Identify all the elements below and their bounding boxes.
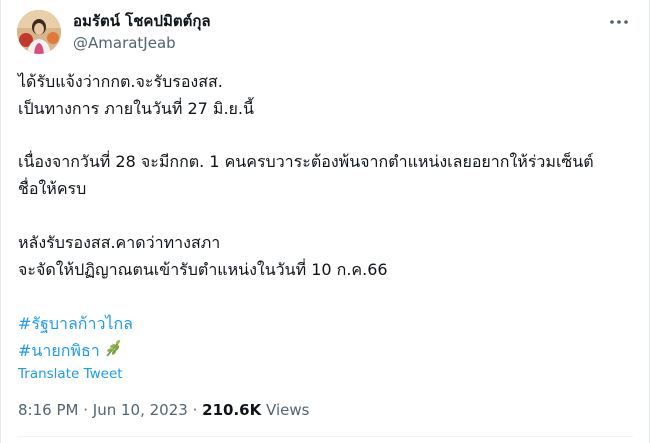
tweet-line-5: หลังรับรองสส.คาดว่าทางสภา	[18, 233, 221, 252]
views-count[interactable]: 210.6K	[202, 401, 261, 419]
hashtag-link-pm-pita[interactable]: #นายกพิธา	[18, 337, 100, 364]
tweet-line-2: เป็นทางการ ภายในวันที่ 27 มิ.ย.นี้	[18, 99, 254, 118]
avatar[interactable]	[17, 10, 61, 54]
author-names: อมรัตน์ โชคปมิตต์กุล @AmaratJeab	[73, 11, 211, 53]
seedling-emoji-icon	[104, 338, 124, 366]
divider	[17, 436, 633, 437]
more-horizontal-icon[interactable]	[607, 12, 631, 32]
tweet-text: ได้รับแจ้งว่ากกต.จะรับรองสส. เป็นทางการ …	[18, 68, 633, 366]
tweet-time[interactable]: 8:16 PM	[18, 401, 78, 419]
tweet-line-6: จะจัดให้ปฏิญาณตนเข้ารับตำแหน่งในวันที่ 1…	[18, 260, 388, 279]
meta-separator: ·	[83, 401, 89, 419]
tweet-line-1: ได้รับแจ้งว่ากกต.จะรับรองสส.	[18, 72, 223, 91]
hashtag-line-1: #รัฐบาลก้าวไกล	[18, 310, 633, 337]
author-display-name[interactable]: อมรัตน์ โชคปมิตต์กุล	[73, 11, 211, 31]
avatar-image	[17, 10, 61, 54]
author-handle[interactable]: @AmaratJeab	[73, 33, 211, 53]
tweet-card: อมรัตน์ โชคปมิตต์กุล @AmaratJeab ได้รับแ…	[0, 0, 650, 443]
translate-tweet-link[interactable]: Translate Tweet	[18, 364, 123, 384]
views-label: Views	[266, 401, 310, 419]
tweet-header: อมรัตน์ โชคปมิตต์กุล @AmaratJeab	[17, 10, 633, 58]
tweet-line-4: ชื่อให้ครบ	[18, 179, 87, 198]
tweet-line-3: เนื่องจากวันที่ 28 จะมีกกต. 1 คนครบวาระต…	[18, 152, 594, 171]
hashtag-line-2: #นายกพิธา	[18, 337, 633, 366]
meta-separator: ·	[192, 401, 198, 419]
tweet-date[interactable]: Jun 10, 2023	[93, 401, 188, 419]
hashtag-link-government[interactable]: #รัฐบาลก้าวไกล	[18, 310, 133, 337]
tweet-meta: 8:16 PM · Jun 10, 2023 · 210.6K Views	[18, 400, 309, 420]
